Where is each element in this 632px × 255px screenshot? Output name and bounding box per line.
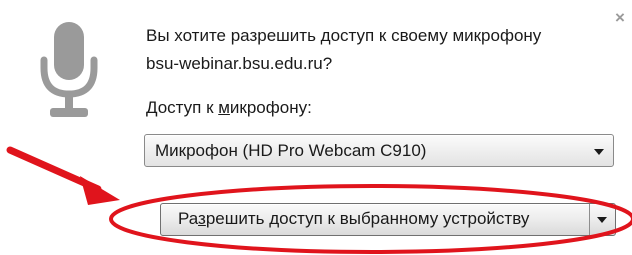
- site-domain: bsu-webinar.bsu.edu.ru?: [146, 54, 333, 73]
- allow-label-text: Ра: [178, 209, 199, 228]
- allow-split-button: Разрешить доступ к выбранному устройству: [160, 203, 616, 236]
- allow-options-dropdown[interactable]: [590, 204, 615, 235]
- annotation-arrow: [6, 146, 102, 193]
- allow-access-label: Разрешить доступ к выбранному устройству: [178, 209, 529, 229]
- chevron-down-icon: [594, 149, 604, 155]
- mic-label-text: Доступ к: [146, 98, 219, 117]
- annotation-arrowhead: [80, 176, 120, 205]
- selected-device: Микрофон (HD Pro Webcam C910): [155, 141, 427, 160]
- allow-access-button[interactable]: Разрешить доступ к выбранному устройству: [161, 204, 589, 235]
- allow-label-accesskey: з: [198, 209, 206, 228]
- microphone-access-label: Доступ к микрофону:: [146, 98, 312, 118]
- permission-question: Вы хотите разрешить доступ к своему микр…: [146, 22, 616, 78]
- microphone-icon: [40, 22, 98, 117]
- mic-label-accesskey: м: [218, 98, 230, 117]
- allow-label-text-rest: решить доступ к выбранному устройству: [205, 209, 530, 228]
- microphone-select[interactable]: Микрофон (HD Pro Webcam C910): [144, 134, 614, 167]
- mic-label-text-rest: икрофону:: [229, 98, 312, 117]
- question-text: Вы хотите разрешить доступ к своему микр…: [146, 26, 542, 45]
- chevron-down-icon: [597, 217, 607, 223]
